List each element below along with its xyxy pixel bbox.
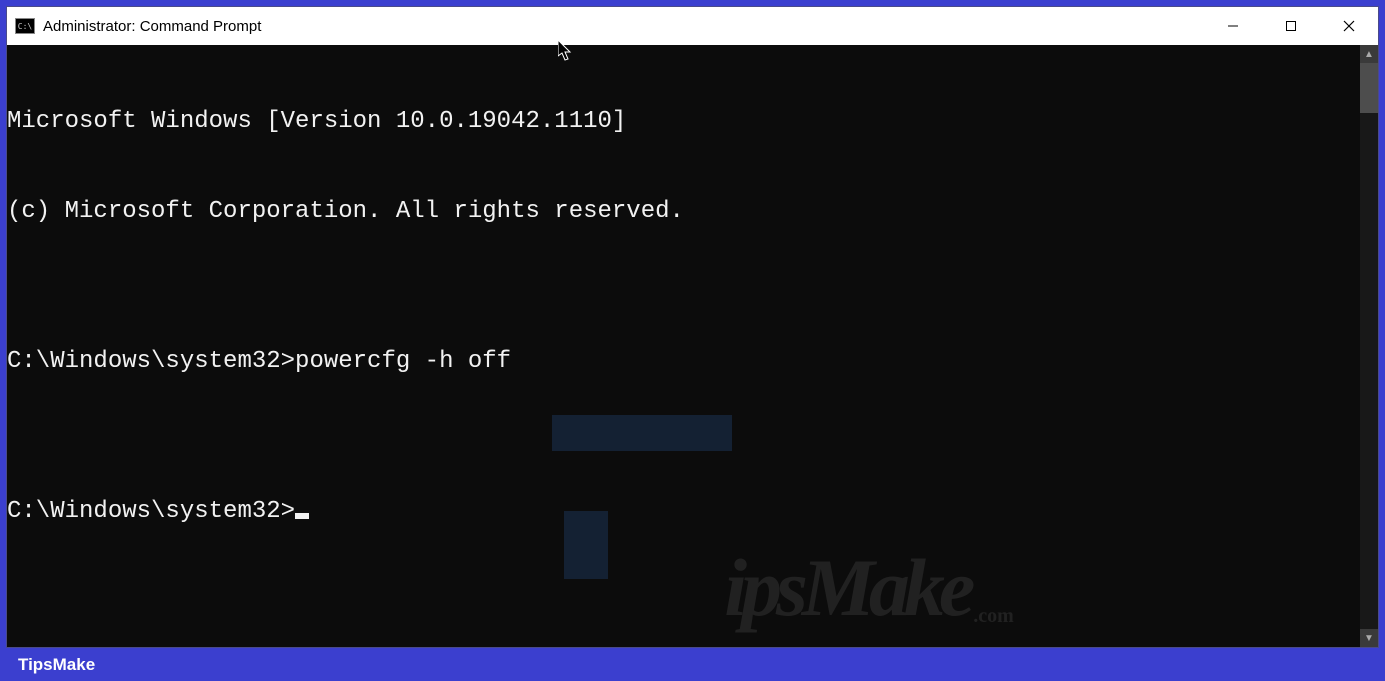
maximize-button[interactable] [1262,7,1320,45]
cmd-icon: C:\ [15,18,35,34]
scroll-up-arrow-icon[interactable]: ▲ [1360,45,1378,63]
titlebar[interactable]: C:\ Administrator: Command Prompt [7,7,1378,45]
terminal-cursor [295,513,309,519]
terminal-prompt-line: C:\Windows\system32> [7,497,1360,527]
terminal-line: (c) Microsoft Corporation. All rights re… [7,197,1360,227]
terminal-prompt: C:\Windows\system32> [7,498,295,525]
footer-brand-label: TipsMake [18,655,95,675]
minimize-button[interactable] [1204,7,1262,45]
command-prompt-window: C:\ Administrator: Command Prompt Micros… [6,6,1379,648]
scroll-down-arrow-icon[interactable]: ▼ [1360,629,1378,647]
vertical-scrollbar[interactable]: ▲ ▼ [1360,45,1378,647]
close-button[interactable] [1320,7,1378,45]
scroll-thumb[interactable] [1360,63,1378,113]
window-title: Administrator: Command Prompt [43,18,1204,35]
scroll-track[interactable] [1360,63,1378,629]
terminal-line: C:\Windows\system32>powercfg -h off [7,347,1360,377]
terminal-container: Microsoft Windows [Version 10.0.19042.11… [7,45,1378,647]
window-controls [1204,7,1378,45]
terminal-line: Microsoft Windows [Version 10.0.19042.11… [7,107,1360,137]
footer-bar: TipsMake [0,648,1385,681]
terminal-output[interactable]: Microsoft Windows [Version 10.0.19042.11… [7,45,1360,647]
